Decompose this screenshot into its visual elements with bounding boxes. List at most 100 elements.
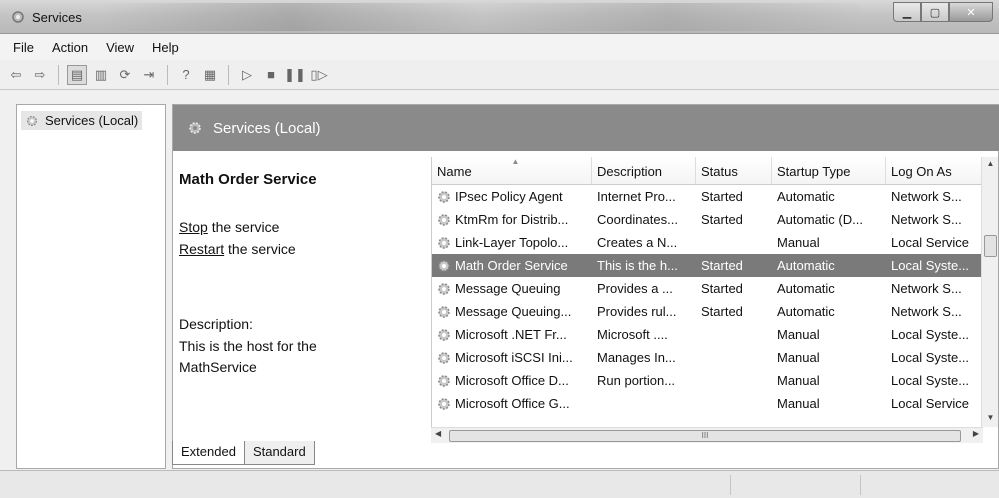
table-row[interactable]: Message Queuing... Provides rul... Started…: [432, 300, 998, 323]
export-list-icon: ⇥: [143, 66, 155, 82]
menu-help[interactable]: Help: [143, 40, 188, 55]
properties-button[interactable]: ▥: [91, 65, 111, 85]
maximize-button[interactable]: ▢: [921, 2, 949, 22]
title-bar[interactable]: Services ▁ ▢ ✕: [0, 0, 999, 34]
table-row[interactable]: Microsoft Office D... Run portion... Manua…: [432, 369, 998, 392]
back-icon: ⇦: [10, 66, 22, 82]
service-description: Manages In...: [597, 350, 676, 365]
horizontal-scrollbar[interactable]: ◀ III ▶: [431, 427, 983, 443]
service-startup-type: Manual: [777, 327, 820, 342]
service-startup-type: Automatic: [777, 258, 835, 273]
service-status: Started: [701, 189, 743, 204]
help-button[interactable]: ?: [176, 65, 196, 85]
column-header-name[interactable]: ▲ Name: [432, 157, 592, 184]
service-name: Message Queuing: [455, 281, 561, 296]
close-button[interactable]: ✕: [949, 2, 993, 22]
console-tree-button[interactable]: ▤: [67, 64, 87, 85]
table-row[interactable]: Microsoft iSCSI Ini... Manages In... Manua…: [432, 346, 998, 369]
service-name: KtmRm for Distrib...: [455, 212, 569, 227]
service-startup-type: Automatic: [777, 304, 835, 319]
forward-button[interactable]: ⇨: [30, 65, 50, 85]
menu-file[interactable]: File: [4, 40, 43, 55]
vertical-scroll-thumb[interactable]: [984, 235, 997, 257]
toolbar-separator: [228, 64, 229, 85]
service-name: Message Queuing...: [455, 304, 572, 319]
service-name-cell: Message Queuing...: [432, 304, 592, 320]
menu-view[interactable]: View: [97, 40, 143, 55]
console-tree: Services (Local): [16, 104, 166, 469]
service-gear-icon: [438, 328, 450, 341]
service-description: Coordinates...: [597, 212, 678, 227]
refresh-button[interactable]: ⟳: [115, 65, 135, 85]
table-row[interactable]: KtmRm for Distrib... Coordinates... Starte…: [432, 208, 998, 231]
scroll-left-icon[interactable]: ◀: [435, 429, 441, 438]
column-header-status[interactable]: Status: [696, 157, 772, 184]
stop-service-link[interactable]: Stop: [179, 219, 208, 235]
menu-action[interactable]: Action: [43, 40, 97, 55]
service-gear-icon: [438, 213, 450, 226]
service-startup-type: Automatic: [777, 281, 835, 296]
status-bar: [0, 470, 999, 498]
service-startup-type: Manual: [777, 373, 820, 388]
scroll-right-icon[interactable]: ▶: [973, 429, 979, 438]
view-button[interactable]: ▦: [200, 65, 220, 85]
service-detail-panel: Math Order Service Stop the service Rest…: [173, 151, 423, 441]
services-list[interactable]: ▲ Name Description Status Startup Type L…: [431, 157, 998, 441]
service-log-on-as: Network S...: [891, 212, 962, 227]
tree-item-label: Services (Local): [45, 113, 139, 128]
start-icon: ▷: [242, 66, 252, 82]
tab-standard[interactable]: Standard: [243, 441, 315, 465]
toolbar-separator: [167, 64, 168, 85]
service-status: Started: [701, 281, 743, 296]
horizontal-scroll-thumb[interactable]: III: [449, 430, 961, 442]
export-list-button[interactable]: ⇥: [139, 65, 159, 85]
tab-extended[interactable]: Extended: [172, 441, 245, 465]
vertical-scrollbar[interactable]: ▲ ▼: [981, 157, 998, 427]
service-gear-icon: [438, 305, 450, 318]
service-description: Run portion...: [597, 373, 676, 388]
service-description: Provides a ...: [597, 281, 673, 296]
column-header-log-on-as[interactable]: Log On As: [886, 157, 982, 184]
service-description: Creates a N...: [597, 235, 678, 250]
table-row[interactable]: Microsoft Office G... Manual Local Service: [432, 392, 998, 415]
window-title: Services: [32, 10, 82, 25]
pause-button[interactable]: ❚❚: [284, 65, 306, 85]
list-header: ▲ Name Description Status Startup Type L…: [432, 157, 998, 185]
scroll-down-icon[interactable]: ▼: [982, 413, 999, 422]
resume-button[interactable]: ▯▷: [309, 65, 329, 85]
service-name-cell: Math Order Service: [432, 258, 592, 274]
table-row[interactable]: Math Order Service This is the h... Starte…: [432, 254, 998, 277]
service-log-on-as: Local Syste...: [891, 258, 970, 273]
close-icon: ✕: [966, 6, 976, 19]
pane-header-title: Services (Local): [213, 119, 321, 137]
restart-service-link[interactable]: Restart: [179, 241, 224, 257]
service-description: Microsoft ....: [597, 327, 668, 342]
refresh-icon: ⟳: [119, 66, 131, 82]
sort-ascending-icon: ▲: [511, 157, 520, 166]
column-header-startup-type[interactable]: Startup Type: [772, 157, 886, 184]
minimize-button[interactable]: ▁: [893, 2, 921, 22]
table-row[interactable]: Link-Layer Topolo... Creates a N... Manual…: [432, 231, 998, 254]
restart-service-row: Restart the service: [179, 241, 296, 257]
table-row[interactable]: Microsoft .NET Fr... Microsoft .... Manual…: [432, 323, 998, 346]
service-name-heading: Math Order Service: [179, 171, 317, 188]
stop-button[interactable]: ■: [261, 65, 281, 85]
back-button[interactable]: ⇦: [6, 65, 26, 85]
tree-item-services-local[interactable]: Services (Local): [21, 111, 143, 130]
services-app-icon: [12, 11, 24, 23]
start-button[interactable]: ▷: [237, 65, 257, 85]
column-header-description[interactable]: Description: [592, 157, 696, 184]
table-row[interactable]: Message Queuing Provides a ... Started Auto…: [432, 277, 998, 300]
table-row[interactable]: IPsec Policy Agent Internet Pro... Started…: [432, 185, 998, 208]
column-header-label: Name: [437, 164, 472, 179]
service-gear-icon: [438, 190, 450, 203]
pane-header: Services (Local): [173, 105, 999, 151]
service-name-cell: Microsoft Office G...: [432, 396, 592, 412]
service-gear-icon: [438, 397, 450, 410]
service-log-on-as: Local Syste...: [891, 373, 970, 388]
restart-service-suffix: the service: [224, 241, 296, 257]
service-name-cell: Microsoft .NET Fr...: [432, 327, 592, 343]
service-gear-icon: [438, 282, 450, 295]
pause-icon: ❚❚: [284, 66, 306, 82]
scroll-up-icon[interactable]: ▲: [982, 159, 999, 168]
